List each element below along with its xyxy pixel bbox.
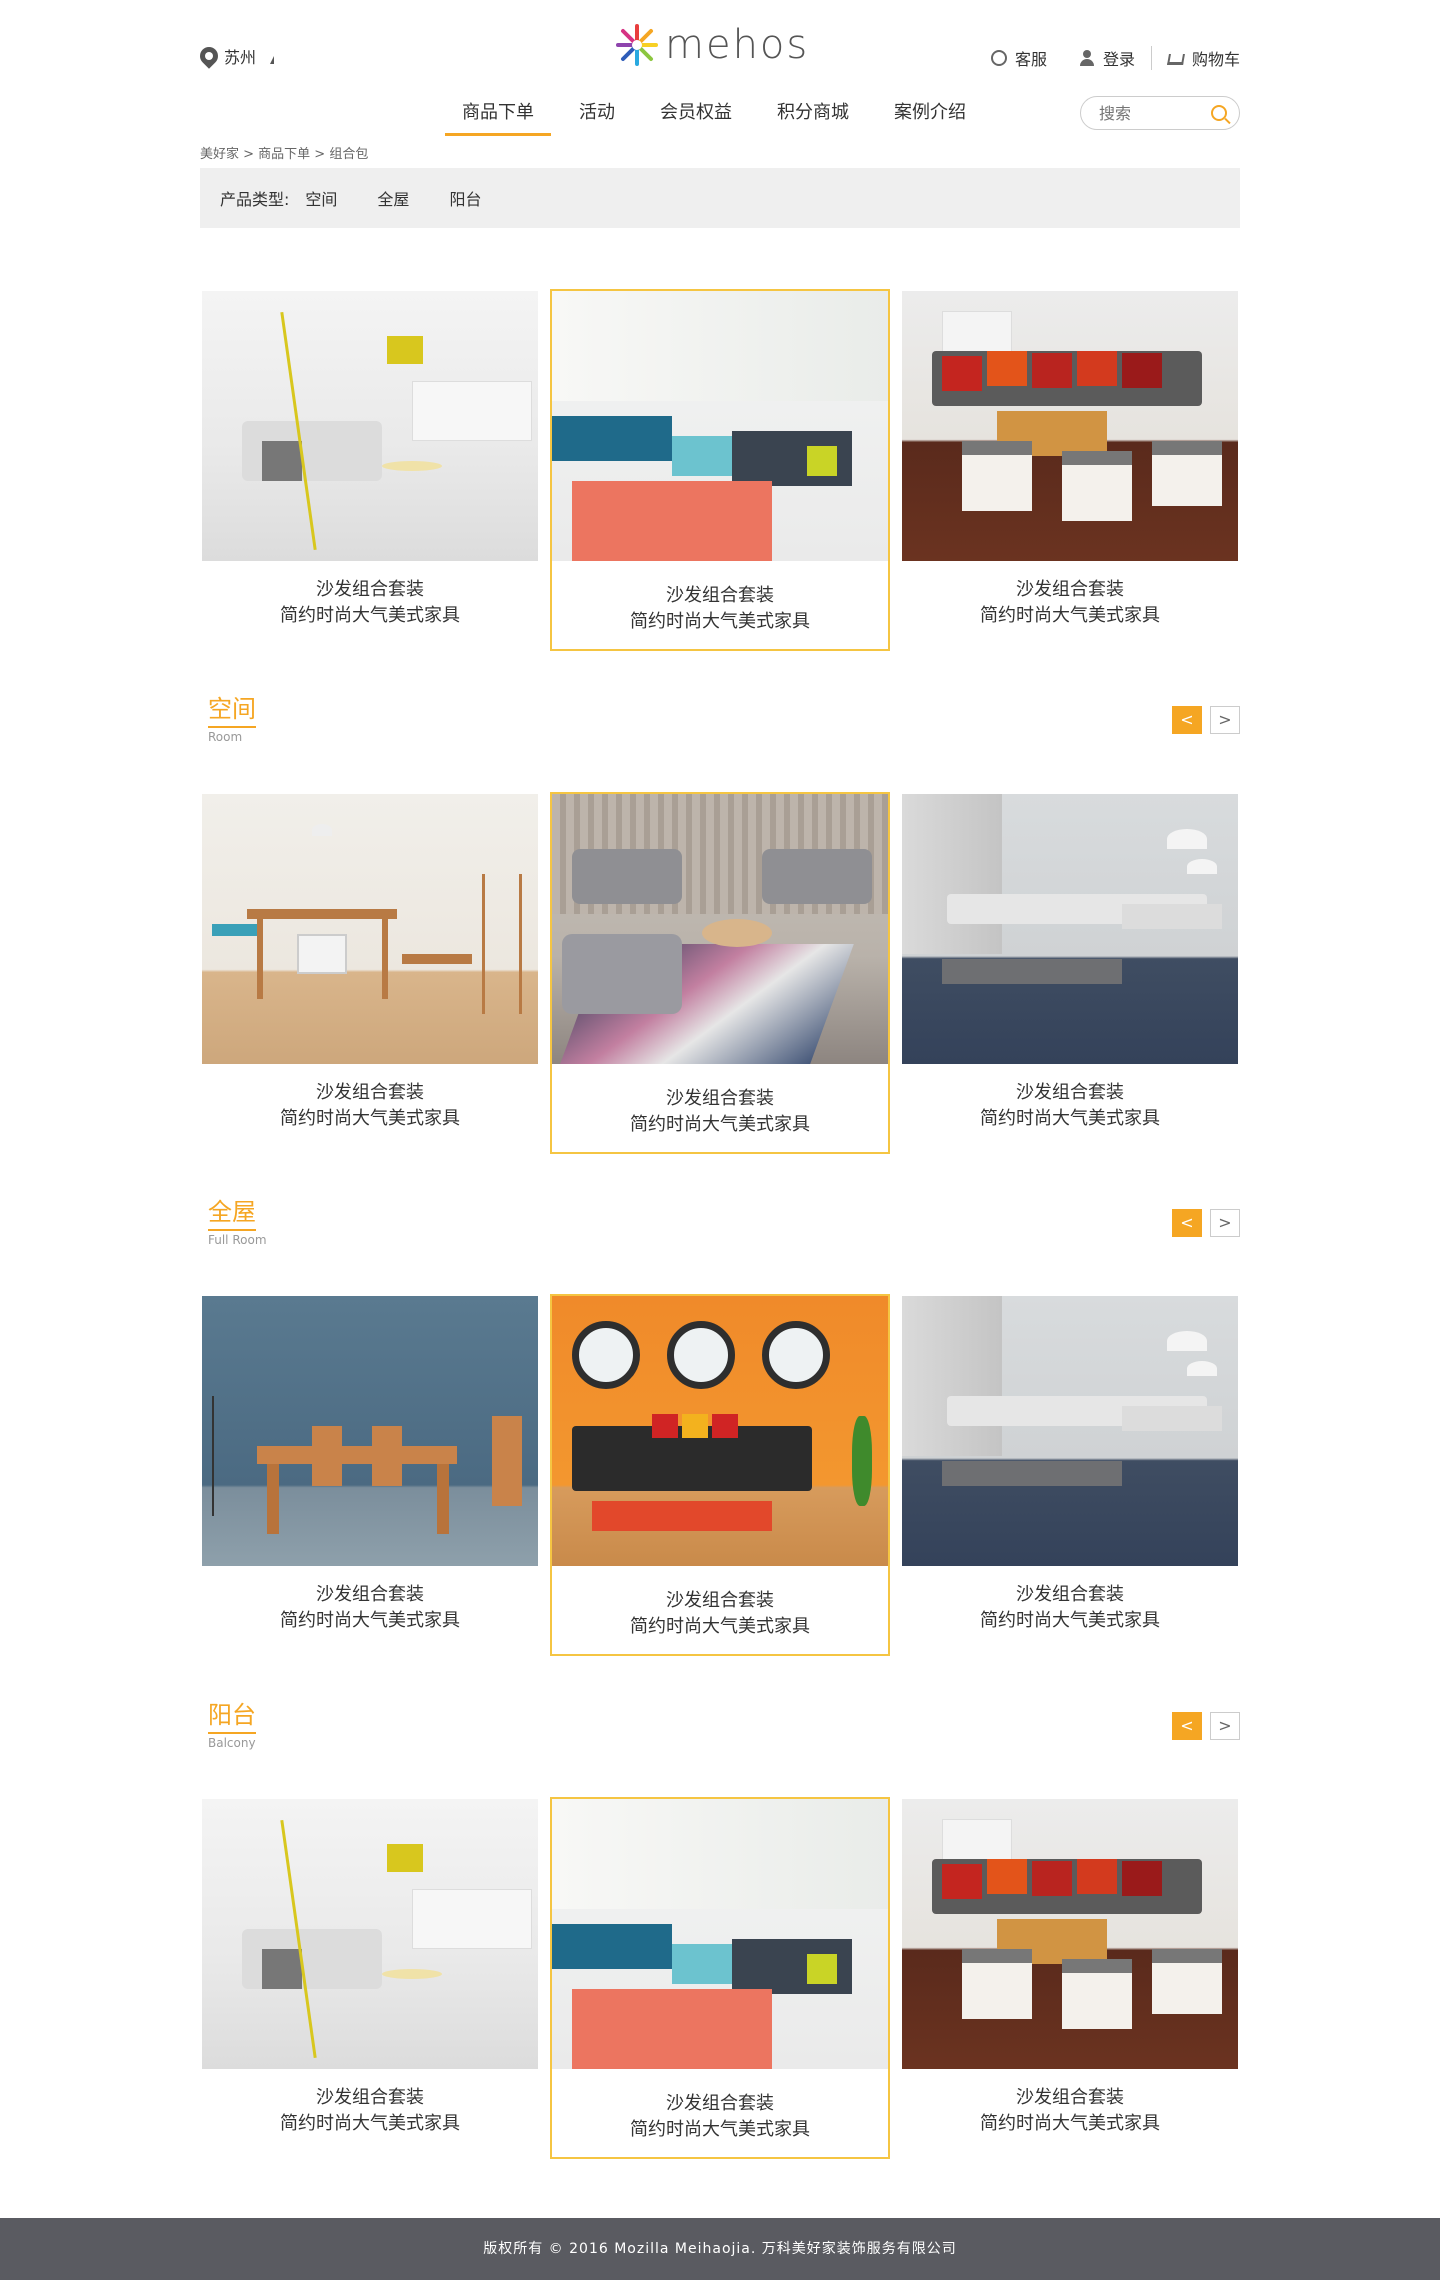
main-nav: 商品下单 活动 会员权益 积分商城 案例介绍 [200, 90, 1240, 140]
cart-label: 购物车 [1191, 50, 1240, 69]
product-caption: 沙发组合套装 简约时尚大气美式家具 [630, 1590, 810, 1637]
product-caption: 沙发组合套装 简约时尚大气美式家具 [980, 579, 1160, 626]
section-header-balcony: 阳台 Balcony < > [200, 1700, 1240, 1750]
product-photo-blue-dining [202, 1296, 538, 1566]
product-caption: 沙发组合套装 简约时尚大气美式家具 [980, 1584, 1160, 1631]
product-photo-red-cushions [902, 1799, 1238, 2069]
section-title: 阳台 [208, 1700, 256, 1734]
prev-arrow-button[interactable]: < [1172, 1712, 1202, 1740]
section-header-whole-house: 全屋 Full Room < > [200, 1197, 1240, 1247]
product-photo-dining-table [202, 794, 538, 1064]
product-caption: 沙发组合套装 简约时尚大气美式家具 [280, 579, 460, 626]
product-photo-white-sofa [202, 1799, 538, 2069]
city-selector[interactable]: 苏州 [196, 43, 275, 69]
search-input[interactable] [1099, 103, 1199, 123]
cart-icon [1167, 53, 1185, 65]
filter-option-balcony[interactable]: 阳台 [449, 186, 481, 210]
section-subtitle: Balcony [208, 1736, 256, 1750]
nav-item-points-mall[interactable]: 积分商城 [760, 90, 866, 132]
prev-arrow-button[interactable]: < [1172, 1209, 1202, 1237]
product-photo-orange-wall [552, 1296, 888, 1566]
product-card[interactable]: 沙发组合套装 简约时尚大气美式家具 [550, 1797, 890, 2159]
product-row-space: 沙发组合套装 简约时尚大气美式家具 沙发组合套装 简约时尚大气美式家具 沙发组合套装… [200, 792, 1240, 1154]
product-card[interactable]: 沙发组合套装 简约时尚大气美式家具 [900, 792, 1240, 1154]
cart-link[interactable]: 购物车 [1150, 46, 1240, 70]
login-link[interactable]: 登录 [1063, 46, 1151, 70]
login-label: 登录 [1102, 50, 1135, 69]
carousel-arrows: < > [1172, 706, 1240, 734]
search-icon[interactable] [1211, 105, 1227, 121]
section-subtitle: Room [208, 730, 243, 744]
product-caption: 沙发组合套装 简约时尚大气美式家具 [280, 1584, 460, 1631]
logo-text: mehos [665, 22, 810, 68]
search-box [1080, 96, 1240, 130]
next-arrow-button[interactable]: > [1210, 1209, 1240, 1237]
header: 苏州 mehos 客服 登录 购物车 [196, 0, 1240, 90]
city-label: 苏州 [224, 48, 257, 67]
filter-bar: 产品类型: 空间 全屋 阳台 [200, 168, 1240, 228]
logo[interactable]: mehos [615, 22, 809, 68]
product-caption: 沙发组合套装 简约时尚大气美式家具 [630, 585, 810, 632]
logo-star-icon [616, 24, 658, 66]
user-icon [1079, 50, 1095, 66]
product-photo-sectional-sofa [902, 1296, 1238, 1566]
section-header-space: 空间 Room < > [200, 694, 1240, 744]
filter-option-whole-house[interactable]: 全屋 [377, 186, 409, 210]
section-title: 空间 [208, 694, 256, 728]
next-arrow-button[interactable]: > [1210, 706, 1240, 734]
product-caption: 沙发组合套装 简约时尚大气美式家具 [980, 1082, 1160, 1129]
filter-option-space[interactable]: 空间 [305, 186, 337, 210]
dropdown-triangle-icon [266, 56, 275, 64]
section-title: 全屋 [208, 1197, 256, 1231]
product-caption: 沙发组合套装 简约时尚大气美式家具 [630, 1088, 810, 1135]
breadcrumb: 美好家 > 商品下单 > 组合包 [200, 147, 369, 162]
nav-item-member[interactable]: 会员权益 [643, 90, 749, 132]
product-card[interactable]: 沙发组合套装 简约时尚大气美式家具 [200, 1294, 540, 1656]
product-caption: 沙发组合套装 简约时尚大气美式家具 [630, 2093, 810, 2140]
prev-arrow-button[interactable]: < [1172, 706, 1202, 734]
product-card[interactable]: 沙发组合套装 简约时尚大气美式家具 [900, 289, 1240, 651]
product-card[interactable]: 沙发组合套装 简约时尚大气美式家具 [900, 1294, 1240, 1656]
product-card[interactable]: 沙发组合套装 简约时尚大气美式家具 [900, 1797, 1240, 2159]
filter-label: 产品类型: [220, 190, 290, 209]
product-photo-teal-sofa [552, 291, 888, 561]
product-row-whole-house: 沙发组合套装 简约时尚大气美式家具 沙发组合套装 简约时尚大气美式家具 沙发组合套装… [200, 1294, 1240, 1656]
headset-icon [990, 50, 1007, 66]
location-pin-icon [196, 43, 222, 69]
next-arrow-button[interactable]: > [1210, 1712, 1240, 1740]
product-photo-red-cushions [902, 291, 1238, 561]
service-label: 客服 [1014, 50, 1047, 69]
product-card[interactable]: 沙发组合套装 简约时尚大气美式家具 [550, 792, 890, 1154]
carousel-arrows: < > [1172, 1209, 1240, 1237]
product-card[interactable]: 沙发组合套装 简约时尚大气美式家具 [550, 1294, 890, 1656]
top-links: 客服 登录 购物车 [975, 46, 1240, 70]
product-card[interactable]: 沙发组合套装 简约时尚大气美式家具 [550, 289, 890, 651]
product-card[interactable]: 沙发组合套装 简约时尚大气美式家具 [200, 1797, 540, 2159]
product-photo-sectional-sofa [902, 794, 1238, 1064]
nav-item-cases[interactable]: 案例介绍 [877, 90, 983, 132]
nav-item-activity[interactable]: 活动 [562, 90, 632, 132]
product-row-balcony: 沙发组合套装 简约时尚大气美式家具 沙发组合套装 简约时尚大气美式家具 沙发组合套装… [200, 1797, 1240, 2159]
nav-item-order[interactable]: 商品下单 [445, 90, 551, 136]
product-caption: 沙发组合套装 简约时尚大气美式家具 [980, 2087, 1160, 2134]
product-row-1: 沙发组合套装 简约时尚大气美式家具 沙发组合套装 简约时尚大气美式家具 沙发组合套装… [200, 289, 1240, 651]
service-link[interactable]: 客服 [975, 46, 1063, 70]
product-caption: 沙发组合套装 简约时尚大气美式家具 [280, 1082, 460, 1129]
product-photo-grey-sofa [552, 794, 888, 1064]
product-card[interactable]: 沙发组合套装 简约时尚大气美式家具 [200, 792, 540, 1154]
footer-copyright: 版权所有 © 2016 Mozilla Meihaojia. 万科美好家装饰服务… [0, 2218, 1440, 2280]
product-card[interactable]: 沙发组合套装 简约时尚大气美式家具 [200, 289, 540, 651]
product-photo-white-sofa [202, 291, 538, 561]
product-caption: 沙发组合套装 简约时尚大气美式家具 [280, 2087, 460, 2134]
section-subtitle: Full Room [208, 1233, 267, 1247]
carousel-arrows: < > [1172, 1712, 1240, 1740]
product-photo-teal-sofa [552, 1799, 888, 2069]
